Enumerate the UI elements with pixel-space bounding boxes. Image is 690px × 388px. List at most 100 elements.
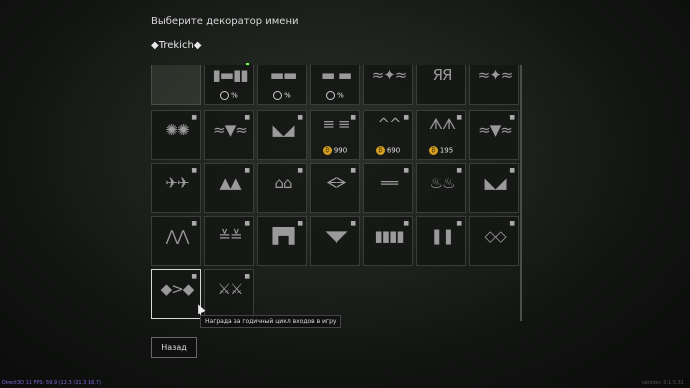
decorator-cell[interactable]	[151, 65, 201, 105]
emblem-icon: ⋀⋀	[165, 227, 190, 245]
coin-icon: ₿	[428, 146, 438, 155]
progress-label: %	[205, 91, 253, 100]
decorator-cell[interactable]: ≈✦≈■	[363, 65, 413, 105]
decorator-cell[interactable]: ◣◢ ■	[257, 110, 307, 160]
decorator-cell[interactable]: ▬ ▬%	[310, 65, 360, 105]
decorator-cell[interactable]: ◥◤ ■	[310, 216, 360, 266]
lock-icon: ■	[191, 167, 197, 174]
decorator-cell[interactable]: ◣◢ ■	[469, 163, 519, 213]
emblem-icon: ≈▼≈	[213, 121, 248, 139]
emblem-icon: ◇◇	[484, 227, 506, 245]
emblem-icon: ⚔⚔	[217, 280, 244, 298]
emblem-icon: ✈✈	[165, 174, 189, 192]
decorator-cell[interactable]: ▮▮▮▮ ■	[363, 216, 413, 266]
progress-value: %	[337, 91, 344, 100]
emblem-icon: ▬▬	[269, 66, 297, 84]
emblem-icon: ❚❚	[430, 227, 454, 245]
lock-icon: ■	[350, 167, 356, 174]
lock-icon: ■	[244, 114, 250, 121]
lock-icon: ■	[403, 167, 409, 174]
progress-label: %	[258, 91, 306, 100]
scrollbar[interactable]	[520, 65, 522, 321]
progress-label: %	[311, 91, 359, 100]
lock-icon: ■	[191, 114, 197, 121]
decorator-cell[interactable]: ≈▼≈ ■	[204, 110, 254, 160]
emblem-icon: ◆>◆	[160, 280, 195, 298]
lock-icon: ■	[403, 220, 409, 227]
fps-counter: Direct3D 11 FPS: 59.9 (12.3 (21.3 16.7)	[2, 380, 102, 386]
decorator-cell[interactable]: ⋀⋀ ■	[151, 216, 201, 266]
decorator-cell[interactable]: ══ ■	[363, 163, 413, 213]
lock-icon: ■	[403, 65, 409, 66]
emblem-icon: ▲▲	[219, 174, 241, 192]
decorator-cell[interactable]: ✺✺ ■	[151, 110, 201, 160]
emblem-icon: ≚≚	[218, 227, 242, 245]
lock-icon: ■	[244, 220, 250, 227]
decorator-cell[interactable]: ⌂⌂ ■	[257, 163, 307, 213]
emblem-icon: ◣◢	[272, 121, 294, 139]
lock-icon: ■	[244, 167, 250, 174]
decorator-cell[interactable]: ᗑᗑ ■ ₿ 195	[416, 110, 466, 160]
emblem-icon: ⌂⌂	[274, 174, 292, 192]
decorator-cell[interactable]: ▬▬%	[257, 65, 307, 105]
emblem-icon: ♨♨	[429, 174, 456, 192]
decorator-grid: ▮▬▮▮%▬▬%▬ ▬%≈✦≈■ЯЯ■≈✦≈■✺✺■≈▼≈■◣◢■≡ ≡■₿99…	[150, 65, 522, 321]
lock-icon: ■	[350, 220, 356, 227]
timer-icon	[326, 91, 336, 100]
timer-icon	[220, 91, 230, 100]
lock-icon: ■	[456, 65, 462, 66]
tooltip: Награда за годичный цикл входов в игру	[200, 315, 342, 328]
decorator-cell[interactable]: ᗕᗒ ■	[310, 163, 360, 213]
decorator-cell[interactable]: ≈✦≈■	[469, 65, 519, 105]
lock-icon: ■	[509, 167, 515, 174]
decorator-cell[interactable]: ЯЯ■	[416, 65, 466, 105]
lock-icon: ■	[456, 220, 462, 227]
decorator-cell[interactable]: ▮▬▮▮%	[204, 65, 254, 105]
version-label: version: 0.1.5.31	[641, 380, 684, 386]
decorator-cell[interactable]: ❚❚ ■	[416, 216, 466, 266]
price-label: ₿ 990	[311, 146, 359, 155]
emblem-icon: ≈✦≈	[477, 66, 514, 84]
page-title: Выберите декоратор имени	[151, 16, 299, 27]
decorator-cell[interactable]: ✈✈ ■	[151, 163, 201, 213]
lock-icon: ■	[350, 114, 356, 121]
decorator-cell[interactable]: ⚔⚔ ■	[204, 269, 254, 319]
emblem-icon: ✺✺	[165, 121, 189, 139]
price-value: 690	[386, 146, 401, 155]
price-value: 990	[333, 146, 348, 155]
decorator-cell[interactable]: ≡ ≡ ■ ₿ 990	[310, 110, 360, 160]
emblem-icon: ◣◢	[484, 174, 506, 192]
lock-icon: ■	[297, 167, 303, 174]
lock-icon: ■	[509, 114, 515, 121]
emblem-icon: ЯЯ	[432, 66, 453, 84]
decorator-cell[interactable]: ◆>◆ ■	[151, 269, 201, 319]
back-button[interactable]: Назад	[151, 337, 197, 358]
decorator-cell[interactable]: ≈▼≈ ■	[469, 110, 519, 160]
decorator-cell[interactable]: ♨♨ ■	[416, 163, 466, 213]
emblem-icon: ≈▼≈	[478, 121, 513, 139]
coin-icon: ₿	[375, 146, 385, 155]
name-preview: ◆Trekich◆	[151, 40, 202, 51]
decorator-cell[interactable]: ^^ ■ ₿ 690	[363, 110, 413, 160]
decorator-cell[interactable]: ◇◇ ■	[469, 216, 519, 266]
lock-icon: ■	[297, 114, 303, 121]
lock-icon: ■	[509, 220, 515, 227]
emblem-icon: ◥◤	[325, 227, 347, 245]
progress-value: %	[284, 91, 291, 100]
decorator-cell[interactable]: ▲▲ ■	[204, 163, 254, 213]
lock-icon: ■	[191, 273, 197, 280]
price-label: ₿ 690	[364, 146, 412, 155]
emblem-icon: ▛▜	[272, 227, 294, 245]
lock-icon: ■	[456, 167, 462, 174]
decorator-cell[interactable]: ≚≚ ■	[204, 216, 254, 266]
lock-icon: ■	[456, 114, 462, 121]
emblem-icon: ▮▮▮▮	[374, 227, 404, 245]
lock-icon: ■	[297, 220, 303, 227]
lock-icon: ■	[403, 114, 409, 121]
decorator-cell[interactable]: ▛▜ ■	[257, 216, 307, 266]
progress-value: %	[231, 91, 238, 100]
price-value: 195	[439, 146, 454, 155]
emblem-icon: ══	[380, 174, 398, 192]
timer-icon	[273, 91, 283, 100]
emblem-icon: ▬ ▬	[320, 66, 352, 84]
